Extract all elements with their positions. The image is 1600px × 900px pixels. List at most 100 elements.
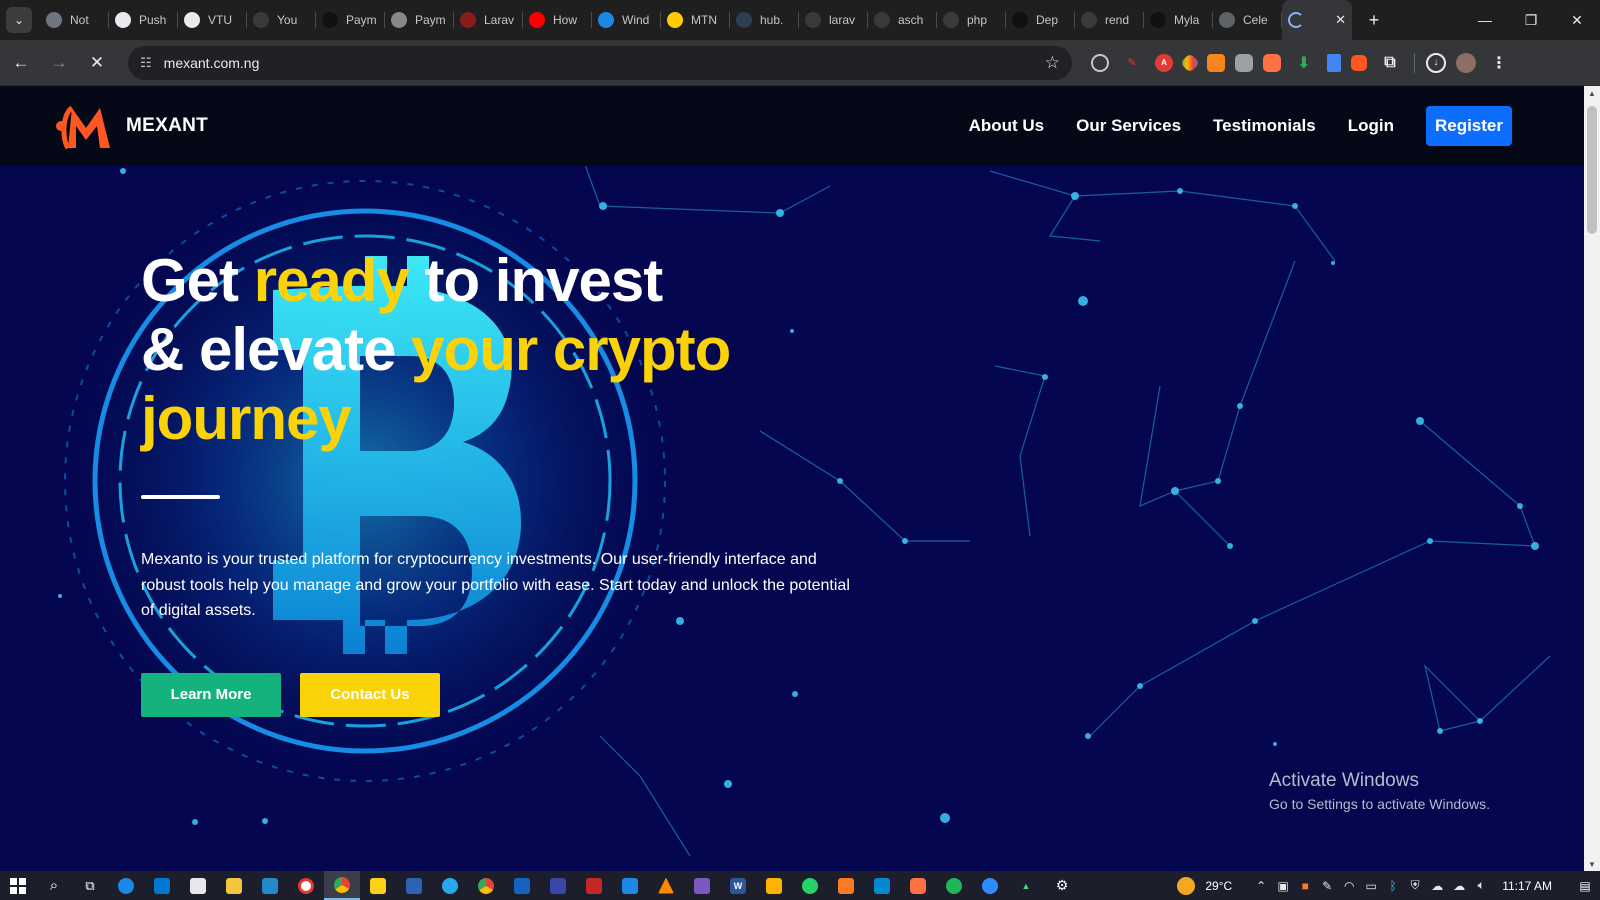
taskbar-app-orange[interactable] — [900, 871, 936, 900]
browser-tab[interactable]: You — [247, 0, 316, 40]
page-scrollbar[interactable]: ▲ ▼ — [1584, 86, 1600, 871]
taskbar-zoom[interactable] — [972, 871, 1008, 900]
taskbar-word[interactable]: W — [720, 871, 756, 900]
taskbar-edge[interactable] — [108, 871, 144, 900]
nav-about-link[interactable]: About Us — [969, 116, 1045, 136]
scroll-down-icon[interactable]: ▼ — [1584, 857, 1600, 871]
browser-tab[interactable]: Myla — [1144, 0, 1213, 40]
register-button[interactable]: Register — [1425, 106, 1512, 146]
restore-button[interactable]: ❐ — [1508, 0, 1554, 40]
taskbar-explorer[interactable] — [216, 871, 252, 900]
extension-orange-icon[interactable] — [1263, 53, 1281, 72]
tab-search-button[interactable]: ⌄ — [6, 7, 32, 33]
taskbar-store[interactable] — [144, 871, 180, 900]
browser-tab[interactable]: hub. — [730, 0, 799, 40]
forward-button[interactable]: → — [42, 46, 76, 80]
taskbar-virtualbox[interactable] — [396, 871, 432, 900]
pen-icon[interactable]: ✎ — [1316, 879, 1338, 893]
notifications-icon[interactable]: ▤ — [1570, 879, 1600, 893]
browser-tab[interactable]: larav — [799, 0, 868, 40]
address-bar[interactable]: ☷ mexant.com.ng ☆ — [128, 45, 1072, 80]
battery-icon[interactable]: ▭ — [1360, 879, 1382, 893]
minimize-button[interactable]: — — [1462, 0, 1508, 40]
nav-testimonials-link[interactable]: Testimonials — [1213, 116, 1316, 136]
browser-tab[interactable]: Larav — [454, 0, 523, 40]
taskbar-chrome[interactable] — [324, 871, 360, 900]
wifi-icon[interactable]: ◠ — [1338, 879, 1360, 893]
volume-icon[interactable]: 🔈︎ — [1470, 878, 1492, 893]
extension-adblock-icon[interactable]: A — [1155, 53, 1173, 72]
chevron-up-icon[interactable]: ⌃ — [1250, 879, 1272, 893]
camera-icon[interactable]: ▣ — [1272, 879, 1294, 893]
xampp-tray-icon[interactable]: ■ — [1294, 879, 1316, 893]
cloud-off-icon[interactable]: ☁ — [1426, 879, 1448, 893]
browser-tab[interactable]: Push — [109, 0, 178, 40]
browser-tab[interactable]: Not — [40, 0, 109, 40]
taskbar-app-blue-2[interactable] — [864, 871, 900, 900]
nav-services-link[interactable]: Our Services — [1076, 116, 1181, 136]
taskbar-android[interactable]: ▲ — [1008, 871, 1044, 900]
learn-more-button[interactable]: Learn More — [141, 672, 281, 717]
extensions-puzzle-icon[interactable]: ⧉ — [1377, 50, 1403, 76]
taskbar-chrome-2[interactable] — [468, 871, 504, 900]
taskbar-app-blue[interactable] — [504, 871, 540, 900]
extension-download-green-icon[interactable]: ⬇ — [1291, 50, 1317, 76]
nav-login-link[interactable]: Login — [1348, 116, 1394, 136]
browser-tab[interactable]: Wind — [592, 0, 661, 40]
profile-avatar[interactable] — [1456, 52, 1476, 73]
downloads-icon[interactable]: ↓ — [1426, 52, 1446, 73]
taskbar-app-columns[interactable] — [540, 871, 576, 900]
close-window-button[interactable]: ✕ — [1554, 0, 1600, 40]
taskbar-sticky-notes[interactable] — [360, 871, 396, 900]
extension-blue-icon[interactable] — [1327, 53, 1341, 72]
browser-tab[interactable]: Dep — [1006, 0, 1075, 40]
stop-loading-button[interactable]: ✕ — [80, 46, 114, 80]
url-text[interactable]: mexant.com.ng — [164, 55, 1045, 71]
metamask-icon[interactable] — [1207, 53, 1225, 72]
browser-tab[interactable]: How — [523, 0, 592, 40]
security-icon[interactable]: ⛨ — [1404, 878, 1426, 893]
start-button[interactable] — [0, 871, 36, 900]
browser-tab[interactable]: asch — [868, 0, 937, 40]
taskbar-xampp[interactable] — [828, 871, 864, 900]
browser-tab[interactable]: Paym — [385, 0, 454, 40]
taskbar-mail[interactable] — [180, 871, 216, 900]
browser-tab[interactable]: Paym — [316, 0, 385, 40]
site-logo[interactable]: MEXANT — [54, 100, 208, 152]
browser-tab[interactable]: rend — [1075, 0, 1144, 40]
weather-widget[interactable]: 29°C — [1177, 876, 1232, 895]
back-button[interactable]: ← — [4, 46, 38, 80]
browser-tab[interactable]: php — [937, 0, 1006, 40]
site-settings-icon[interactable]: ☷ — [140, 55, 152, 71]
scroll-thumb[interactable] — [1587, 106, 1597, 234]
taskbar-whatsapp[interactable] — [792, 871, 828, 900]
browser-tab[interactable]: VTU — [178, 0, 247, 40]
taskbar-app-yellow[interactable] — [756, 871, 792, 900]
extension-red-icon[interactable] — [1351, 54, 1367, 71]
contact-us-button[interactable]: Contact Us — [300, 672, 440, 717]
search-button[interactable]: ⌕ — [36, 871, 72, 900]
clock[interactable]: 11:17 AM — [1502, 879, 1552, 893]
close-tab-icon[interactable]: ✕ — [1335, 12, 1346, 28]
new-tab-button[interactable]: + — [1360, 6, 1388, 34]
extension-target-icon[interactable] — [1091, 53, 1109, 72]
scroll-up-icon[interactable]: ▲ — [1584, 86, 1600, 100]
taskbar-vscode[interactable] — [252, 871, 288, 900]
task-view-button[interactable]: ⧉ — [72, 871, 108, 900]
taskbar-spotify[interactable] — [936, 871, 972, 900]
taskbar-settings[interactable]: ⚙ — [1044, 871, 1080, 900]
taskbar-telegram[interactable] — [432, 871, 468, 900]
extension-diamond-icon[interactable] — [1180, 52, 1200, 73]
tab-active[interactable]: ✕ — [1282, 0, 1352, 40]
browser-menu-icon[interactable]: ⋮ — [1486, 50, 1512, 76]
browser-tab[interactable]: MTN — [661, 0, 730, 40]
extension-gray-icon[interactable] — [1235, 53, 1253, 72]
taskbar-vlc[interactable] — [648, 871, 684, 900]
taskbar-clapper[interactable] — [684, 871, 720, 900]
taskbar-app-monitor[interactable] — [612, 871, 648, 900]
bluetooth-icon[interactable]: ᛒ — [1382, 879, 1404, 893]
bookmark-star-icon[interactable]: ☆ — [1045, 53, 1060, 73]
taskbar-app-red[interactable] — [576, 871, 612, 900]
taskbar-recorder[interactable] — [288, 871, 324, 900]
extension-colorpicker-icon[interactable]: ✎ — [1119, 50, 1145, 76]
